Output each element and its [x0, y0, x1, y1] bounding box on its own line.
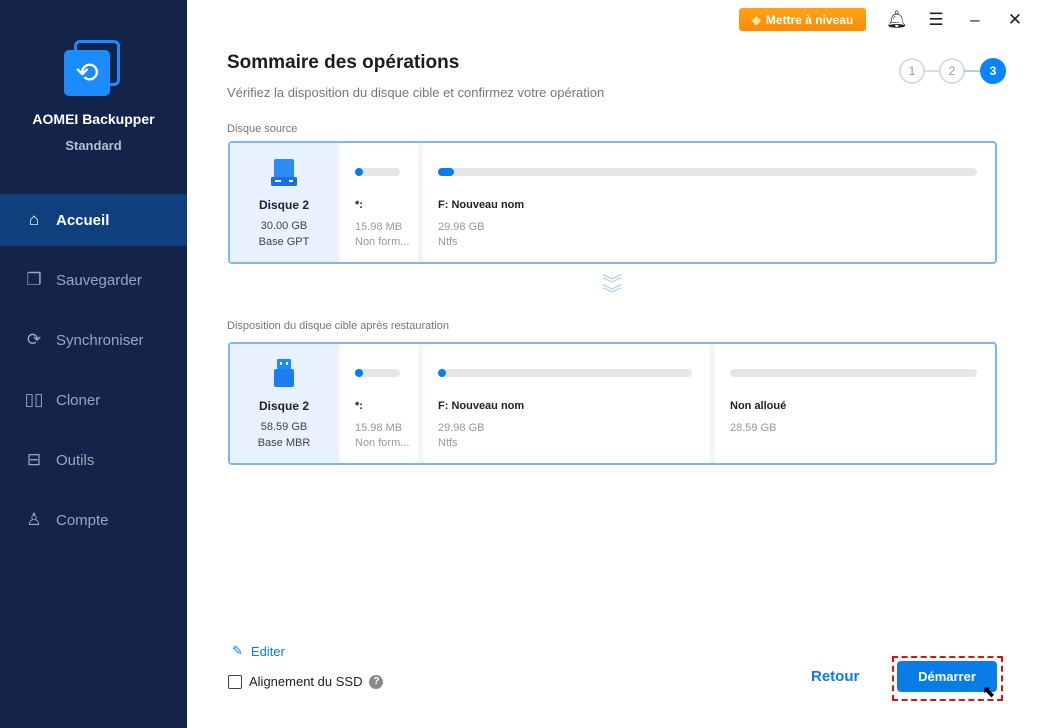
mouse-cursor-icon: ⬉	[982, 684, 996, 701]
usage-bar	[730, 369, 977, 377]
partition-size: 29.98 GB	[438, 422, 485, 434]
page-title: Sommaire des opérations	[227, 52, 460, 73]
edit-button[interactable]: ✎ Editer	[232, 643, 285, 659]
disk-name: Disque 2	[258, 198, 309, 212]
disk-type: Base GPT	[258, 236, 310, 248]
menu-icon[interactable]: ☰	[926, 10, 946, 30]
chevrons-down-icon: ︾ ︾	[602, 274, 622, 306]
partition-name: F: Nouveau nom	[438, 199, 525, 211]
disk-size: 58.59 GB	[260, 421, 308, 433]
step-connector	[964, 70, 980, 72]
step-connector	[924, 70, 940, 72]
target-disk-card[interactable]: Disque 2 58.59 GB Base MBR *: 15.98 MB Non…	[228, 342, 997, 465]
target-disk-info: Disque 2 58.59 GB Base MBR	[230, 344, 338, 463]
close-icon[interactable]: ✕	[1005, 10, 1025, 30]
partition-name: *:	[355, 199, 363, 211]
step-2: 2	[939, 58, 965, 84]
partition[interactable]: F: Nouveau nom 29.98 GB Ntfs	[423, 143, 995, 262]
sidebar-item-label: Accueil	[56, 211, 110, 229]
help-icon[interactable]: ?	[369, 674, 384, 689]
minimize-icon[interactable]: –	[965, 10, 985, 30]
usage-bar	[355, 369, 400, 377]
sidebar-item-label: Sauvegarder	[56, 271, 142, 289]
partition-size: 15.98 MB	[355, 221, 403, 233]
bell-icon[interactable]: 🔔︎	[886, 10, 908, 30]
disk-size: 30.00 GB	[260, 220, 308, 232]
step-1: 1	[899, 58, 925, 84]
sidebar: ⟲ AOMEI Backupper Standard ⌂ Accueil ❐ Sau…	[0, 0, 187, 728]
disk-name: Disque 2	[258, 399, 309, 413]
back-button[interactable]: Retour	[811, 668, 859, 685]
edit-label: Editer	[250, 643, 285, 659]
clone-icon: ▯▯	[24, 390, 44, 409]
pencil-icon: ✎	[232, 643, 243, 658]
partition[interactable]: F: Nouveau nom 29.98 GB Ntfs	[423, 344, 710, 463]
partition-fs: Ntfs	[438, 437, 458, 449]
partition[interactable]: *: 15.98 MB Non form...	[340, 143, 418, 262]
tools-icon: ⊟	[26, 450, 42, 469]
partition-name: Non alloué	[730, 400, 787, 412]
partition[interactable]: *: 15.98 MB Non form...	[340, 344, 418, 463]
sidebar-item-compte[interactable]: ♙ Compte	[0, 494, 187, 546]
unallocated-partition[interactable]: Non alloué 28.59 GB	[715, 344, 995, 463]
disk-type: Base MBR	[257, 437, 311, 449]
sidebar-item-sauvegarder[interactable]: ❐ Sauvegarder	[0, 254, 187, 306]
partition-fs: Non form...	[355, 236, 410, 248]
sidebar-item-cloner[interactable]: ▯▯ Cloner	[0, 374, 187, 426]
upgrade-button[interactable]: ◆ Mettre à niveau	[739, 8, 866, 31]
partition-fs: Non form...	[355, 437, 410, 449]
app-edition: Standard	[65, 138, 122, 153]
upgrade-label: Mettre à niveau	[765, 12, 854, 27]
hard-disk-icon	[271, 159, 297, 186]
sidebar-item-label: Compte	[56, 511, 109, 529]
partition-fs: Ntfs	[438, 236, 458, 248]
app-name: AOMEI Backupper	[32, 111, 155, 127]
home-icon: ⌂	[28, 210, 40, 229]
source-disk-info: Disque 2 30.00 GB Base GPT	[230, 143, 338, 262]
sidebar-item-outils[interactable]: ⊟ Outils	[0, 434, 187, 486]
backup-icon: ❐	[26, 270, 42, 289]
source-label: Disque source	[227, 123, 298, 135]
account-icon: ♙	[26, 510, 42, 529]
partition-name: *:	[355, 400, 363, 412]
usage-bar	[438, 369, 692, 377]
usb-drive-icon	[274, 359, 294, 387]
page-subtitle: Vérifiez la disposition du disque cible …	[227, 85, 605, 100]
sidebar-item-accueil[interactable]: ⌂ Accueil	[0, 194, 187, 246]
source-disk-card[interactable]: Disque 2 30.00 GB Base GPT *: 15.98 MB Non…	[228, 141, 997, 264]
partition-size: 15.98 MB	[355, 422, 403, 434]
usage-bar	[438, 168, 977, 176]
sync-icon: ⟳	[26, 330, 42, 349]
sidebar-item-label: Outils	[56, 451, 95, 469]
sidebar-item-label: Cloner	[56, 391, 101, 409]
ssd-alignment-checkbox[interactable]	[228, 674, 242, 689]
step-3: 3	[980, 58, 1006, 84]
app-logo-icon: ⟲	[64, 40, 122, 98]
target-label: Disposition du disque cible après restau…	[227, 320, 449, 332]
sidebar-item-synchroniser[interactable]: ⟳ Synchroniser	[0, 314, 187, 366]
diamond-icon: ◆	[751, 12, 761, 27]
ssd-alignment-option[interactable]: Alignement du SSD?	[228, 674, 384, 689]
partition-size: 29.98 GB	[438, 221, 485, 233]
ssd-alignment-label: Alignement du SSD	[249, 674, 363, 689]
partition-name: F: Nouveau nom	[438, 400, 525, 412]
partition-size: 28.59 GB	[730, 422, 777, 434]
usage-bar	[355, 168, 400, 176]
sidebar-item-label: Synchroniser	[56, 331, 144, 349]
